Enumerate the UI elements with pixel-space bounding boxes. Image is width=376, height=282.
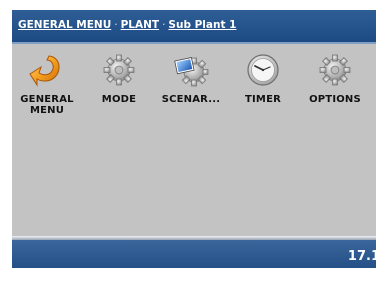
- gear-icon: [101, 52, 137, 88]
- menu-item-mode[interactable]: MODE: [84, 46, 154, 128]
- menu-item-label: TIMER: [244, 94, 282, 105]
- breadcrumb-separator: ·: [162, 19, 166, 31]
- menu-item-general-menu[interactable]: GENERAL MENU: [12, 46, 82, 128]
- clock-icon: [245, 52, 281, 88]
- menu-item-options[interactable]: OPTIONS: [300, 46, 370, 128]
- clock-readout: 17.1: [347, 249, 376, 264]
- back-arrow-icon: [29, 52, 65, 88]
- menu-item-label: GENERAL MENU: [20, 94, 74, 116]
- gear-icon: [317, 52, 353, 88]
- menu-item-label: MODE: [101, 94, 137, 105]
- menu-item-label: OPTIONS: [309, 94, 361, 105]
- menu-item-timer[interactable]: TIMER: [228, 46, 298, 128]
- screen: GENERAL MENU · PLANT · Sub Plant 1 GENER…: [12, 10, 376, 268]
- status-bar: 17.1: [12, 240, 376, 268]
- breadcrumb-plant[interactable]: PLANT: [121, 19, 159, 31]
- breadcrumb-general-menu[interactable]: GENERAL MENU: [18, 19, 111, 31]
- main-menu: GENERAL MENU MODE SCENAR... TIMER OPTION…: [12, 46, 376, 126]
- breadcrumb-sub-plant[interactable]: Sub Plant 1: [168, 19, 236, 31]
- menu-item-label: SCENAR...: [161, 94, 221, 105]
- menu-item-scenario[interactable]: SCENAR...: [156, 46, 226, 128]
- header-bar: GENERAL MENU · PLANT · Sub Plant 1: [12, 10, 376, 44]
- breadcrumb: GENERAL MENU · PLANT · Sub Plant 1: [18, 19, 236, 33]
- breadcrumb-separator: ·: [114, 19, 118, 31]
- scenario-gear-icon: [173, 52, 209, 88]
